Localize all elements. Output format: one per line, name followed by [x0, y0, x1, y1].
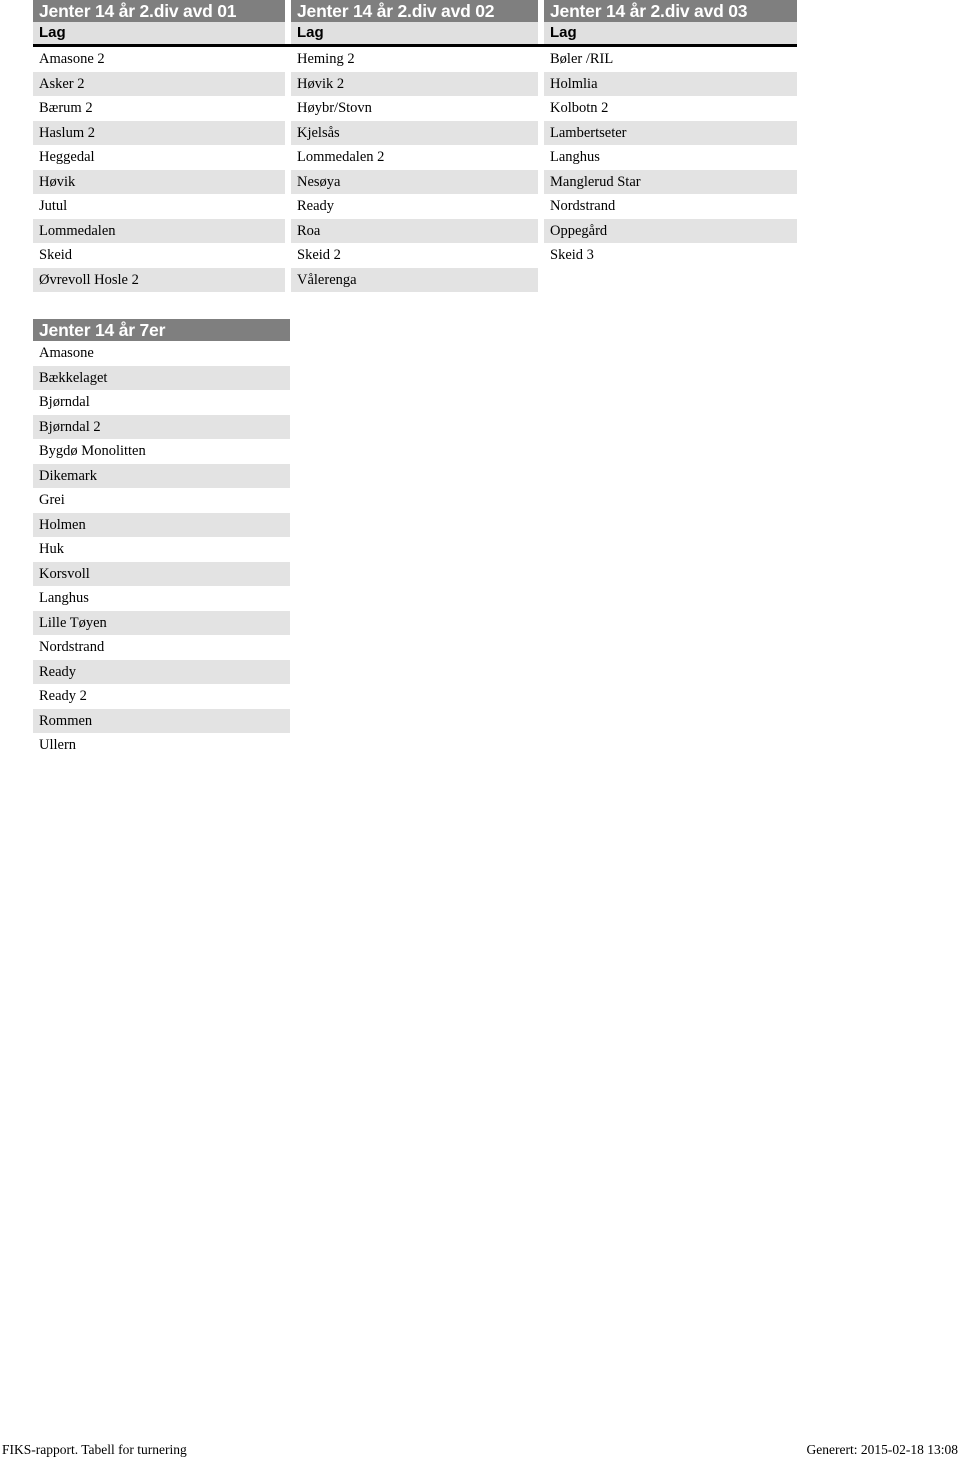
division-title-1: Jenter 14 år 2.div avd 01	[33, 0, 285, 22]
table-row: Nordstrand	[33, 635, 290, 660]
table-row: Grei	[33, 488, 290, 513]
team-cell: Kjelsås	[291, 120, 538, 145]
table-row: Bærum 2 Høybr/Stovn Kolbotn 2	[33, 96, 797, 121]
column-header-row: Lag Lag Lag	[33, 22, 797, 47]
sevener-title: Jenter 14 år 7er	[33, 319, 290, 341]
team-cell: Asker 2	[33, 71, 285, 96]
team-cell: Langhus	[33, 586, 290, 611]
team-cell: Bøler /RIL	[544, 45, 797, 72]
team-cell: Bjørndal	[33, 390, 290, 415]
team-cell: Langhus	[544, 145, 797, 170]
team-cell: Vålerenga	[291, 267, 538, 292]
footer-generated-timestamp: Generert: 2015-02-18 13:08	[806, 1442, 958, 1457]
team-cell: Høvik	[33, 169, 285, 194]
team-cell: Holmen	[33, 512, 290, 537]
team-cell: Bækkelaget	[33, 365, 290, 390]
table-row: Lommedalen Roa Oppegård	[33, 218, 797, 243]
sevener-title-row: Jenter 14 år 7er	[33, 319, 290, 341]
team-cell: Skeid	[33, 243, 285, 268]
team-cell: Ready 2	[33, 684, 290, 709]
table-row: Holmen	[33, 512, 290, 537]
team-cell: Høvik 2	[291, 71, 538, 96]
table-row: Dikemark	[33, 463, 290, 488]
team-cell-empty	[544, 268, 797, 293]
table-row: Korsvoll	[33, 561, 290, 586]
table-row: Amasone	[33, 341, 290, 366]
divisions-table-container: Jenter 14 år 2.div avd 01 Jenter 14 år 2…	[33, 0, 797, 292]
team-cell: Nordstrand	[544, 194, 797, 219]
team-cell: Ready	[33, 659, 290, 684]
team-cell: Huk	[33, 537, 290, 562]
team-cell: Nesøya	[291, 169, 538, 194]
column-header-lag-1: Lag	[33, 22, 285, 47]
table-row: Bækkelaget	[33, 365, 290, 390]
team-cell: Kolbotn 2	[544, 96, 797, 121]
sevener-table: Jenter 14 år 7er Amasone Bækkelaget Bjør…	[33, 319, 290, 758]
table-row: Lille Tøyen	[33, 610, 290, 635]
team-cell: Dikemark	[33, 463, 290, 488]
team-cell: Høybr/Stovn	[291, 96, 538, 121]
report-page: Jenter 14 år 2.div avd 01 Jenter 14 år 2…	[0, 0, 960, 1468]
table-row: Huk	[33, 537, 290, 562]
team-cell: Korsvoll	[33, 561, 290, 586]
column-header-lag-3: Lag	[544, 22, 797, 47]
table-row: Amasone 2 Heming 2 Bøler /RIL	[33, 45, 797, 72]
team-cell: Heggedal	[33, 145, 285, 170]
team-cell: Lille Tøyen	[33, 610, 290, 635]
team-cell: Holmlia	[544, 71, 797, 96]
team-cell: Lommedalen	[33, 218, 285, 243]
table-row: Bjørndal	[33, 390, 290, 415]
team-cell: Ullern	[33, 733, 290, 758]
table-row: Høvik Nesøya Manglerud Star	[33, 169, 797, 194]
team-cell: Roa	[291, 218, 538, 243]
team-cell: Bygdø Monolitten	[33, 439, 290, 464]
team-cell: Bærum 2	[33, 96, 285, 121]
table-row: Bjørndal 2	[33, 414, 290, 439]
column-header-lag-2: Lag	[291, 22, 538, 47]
footer-report-label: FIKS-rapport. Tabell for turnering	[2, 1442, 187, 1457]
table-row: Bygdø Monolitten	[33, 439, 290, 464]
table-row: Ready 2	[33, 684, 290, 709]
table-row: Øvrevoll Hosle 2 Vålerenga	[33, 267, 797, 293]
team-cell: Skeid 2	[291, 243, 538, 268]
team-cell: Rommen	[33, 708, 290, 733]
team-cell: Skeid 3	[544, 243, 797, 268]
division-title-2: Jenter 14 år 2.div avd 02	[291, 0, 538, 22]
page-footer: FIKS-rapport. Tabell for turnering Gener…	[0, 1440, 960, 1460]
team-cell: Jutul	[33, 194, 285, 219]
divisions-table: Jenter 14 år 2.div avd 01 Jenter 14 år 2…	[33, 0, 797, 292]
team-cell: Lambertseter	[544, 120, 797, 145]
team-cell: Bjørndal 2	[33, 414, 290, 439]
team-cell: Heming 2	[291, 45, 538, 72]
team-cell: Grei	[33, 488, 290, 513]
table-row: Rommen	[33, 708, 290, 733]
division-title-row: Jenter 14 år 2.div avd 01 Jenter 14 år 2…	[33, 0, 797, 22]
sevener-table-container: Jenter 14 år 7er Amasone Bækkelaget Bjør…	[33, 319, 290, 758]
table-row: Heggedal Lommedalen 2 Langhus	[33, 145, 797, 170]
table-row: Ullern	[33, 733, 290, 758]
team-cell: Lommedalen 2	[291, 145, 538, 170]
table-row: Haslum 2 Kjelsås Lambertseter	[33, 120, 797, 145]
team-cell: Manglerud Star	[544, 169, 797, 194]
division-title-3: Jenter 14 år 2.div avd 03	[544, 0, 797, 22]
table-row: Jutul Ready Nordstrand	[33, 194, 797, 219]
team-cell: Nordstrand	[33, 635, 290, 660]
table-row: Asker 2 Høvik 2 Holmlia	[33, 71, 797, 96]
table-row: Ready	[33, 659, 290, 684]
table-row: Skeid Skeid 2 Skeid 3	[33, 243, 797, 268]
team-cell: Haslum 2	[33, 120, 285, 145]
team-cell: Amasone	[33, 341, 290, 366]
table-row: Langhus	[33, 586, 290, 611]
team-cell: Oppegård	[544, 218, 797, 243]
team-cell: Amasone 2	[33, 45, 285, 72]
team-cell: Ready	[291, 194, 538, 219]
team-cell: Øvrevoll Hosle 2	[33, 267, 285, 292]
